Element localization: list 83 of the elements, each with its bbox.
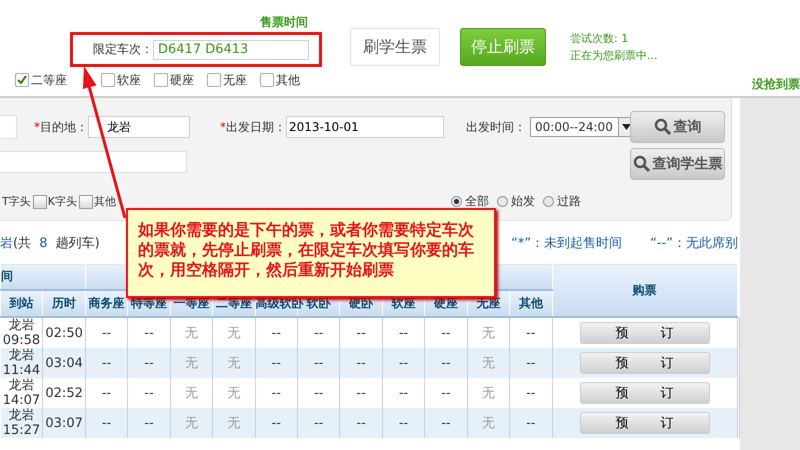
origin-label: 始发 — [511, 193, 535, 210]
column-header: 商务座 — [85, 290, 128, 317]
destination-field[interactable]: 龙岩 — [88, 116, 190, 138]
time-label: 出发时间： — [466, 118, 526, 136]
table-cell: -- — [424, 408, 468, 438]
seat-label: 二等座 — [31, 72, 67, 88]
table-cell: -- — [340, 348, 382, 378]
seat-checkbox[interactable] — [154, 73, 168, 87]
table-cell: -- — [424, 348, 468, 378]
table-cell: -- — [340, 408, 382, 438]
table-cell: 03:07 — [42, 408, 86, 438]
origin-field[interactable] — [0, 115, 17, 139]
status-text: 尝试次数: 1 — [570, 31, 630, 47]
train-type-label: 其他 — [94, 194, 116, 209]
train-type-checkbox[interactable] — [78, 194, 93, 208]
station-field[interactable] — [0, 151, 187, 173]
train-type-label: T字头 — [2, 194, 31, 209]
origin-label: 全部 — [465, 193, 489, 210]
table-cell: -- — [382, 408, 425, 438]
required-mark: * — [220, 120, 226, 134]
table-cell: -- — [510, 348, 552, 378]
book-button[interactable]: 预 订 — [580, 322, 710, 344]
table-cell: 无 — [212, 408, 256, 438]
column-header: 历时 — [42, 290, 86, 317]
origin-radio[interactable] — [497, 196, 508, 207]
table-cell: -- — [297, 408, 340, 438]
legend-text: “*”：未到起售时间 — [511, 235, 622, 252]
table-cell: 龙岩 15:27 — [0, 408, 43, 438]
table-cell: 无 — [467, 348, 510, 378]
column-group-header: 间 — [0, 264, 86, 290]
table-cell: 无 — [170, 348, 213, 378]
seat-label: 软座 — [117, 72, 141, 88]
date-field[interactable]: 2013-10-01 — [286, 116, 444, 138]
table-cell: -- — [85, 408, 128, 438]
annotation-callout: 如果你需要的是下午的票，或者你需要特定车次的票就，先停止刷票，在限定车次填写你要的车次，用空格隔开，然后重新开始刷票 — [126, 208, 496, 298]
column-header: 到站 — [0, 290, 43, 317]
train-count-text: (共 8 趟列车) — [13, 235, 100, 252]
seat-label: 无座 — [223, 72, 247, 88]
table-cell: -- — [255, 348, 298, 378]
table-cell: -- — [382, 348, 425, 378]
train-type-checkbox[interactable] — [32, 194, 47, 208]
destination-label: 目的地： — [40, 118, 88, 136]
column-header: 购票 — [552, 264, 737, 317]
seat-checkbox[interactable] — [207, 73, 221, 87]
dropdown-icon — [622, 124, 630, 130]
table-cell: -- — [255, 408, 298, 438]
legend-text: “--”：无此席别 — [650, 235, 738, 252]
search-icon — [654, 118, 672, 136]
seat-label: 硬座 — [170, 72, 194, 88]
date-label: 出发日期： — [226, 118, 286, 136]
train-filter-field[interactable]: D6417 D6413 — [153, 40, 309, 60]
result-note: 没抢到票 — [752, 76, 800, 92]
column-header: 其他 — [510, 290, 552, 317]
table-cell: 无 — [212, 348, 256, 378]
table-cell: -- — [128, 348, 170, 378]
table-cell: 无 — [467, 408, 510, 438]
origin-radio[interactable] — [451, 196, 462, 207]
train-type-label: K字头 — [48, 194, 77, 209]
table-cell: -- — [510, 408, 552, 438]
table-cell: -- — [297, 348, 340, 378]
search-icon — [632, 155, 650, 173]
sale-time-label: 售票时间 — [259, 14, 309, 28]
seat-label: 其他 — [276, 72, 300, 88]
refresh-button[interactable]: 刷学生票 — [350, 28, 440, 66]
query-button[interactable]: 查询学生票 — [630, 148, 725, 180]
train-filter-label: 限定车次： — [93, 41, 153, 58]
seat-checkbox[interactable] — [101, 73, 115, 87]
required-mark: * — [34, 120, 40, 134]
status-text: 正在为您刷票中... — [570, 48, 658, 64]
book-button[interactable]: 预 订 — [580, 382, 710, 404]
origin-label: 过路 — [557, 193, 581, 210]
table-cell: -- — [85, 348, 128, 378]
book-button[interactable]: 预 订 — [580, 352, 710, 374]
seat-checkbox[interactable] — [260, 73, 274, 87]
table-cell: 龙岩 11:44 — [0, 348, 43, 378]
query-button[interactable]: 查询 — [630, 111, 725, 143]
table-cell: -- — [128, 408, 170, 438]
book-button[interactable]: 预 订 — [580, 412, 710, 434]
table-cell: 03:04 — [42, 348, 86, 378]
table-cell: 无 — [170, 408, 213, 438]
origin-radio[interactable] — [543, 196, 554, 207]
station-link[interactable]: 岩 — [0, 234, 13, 252]
seat-checkbox[interactable] — [15, 73, 29, 87]
